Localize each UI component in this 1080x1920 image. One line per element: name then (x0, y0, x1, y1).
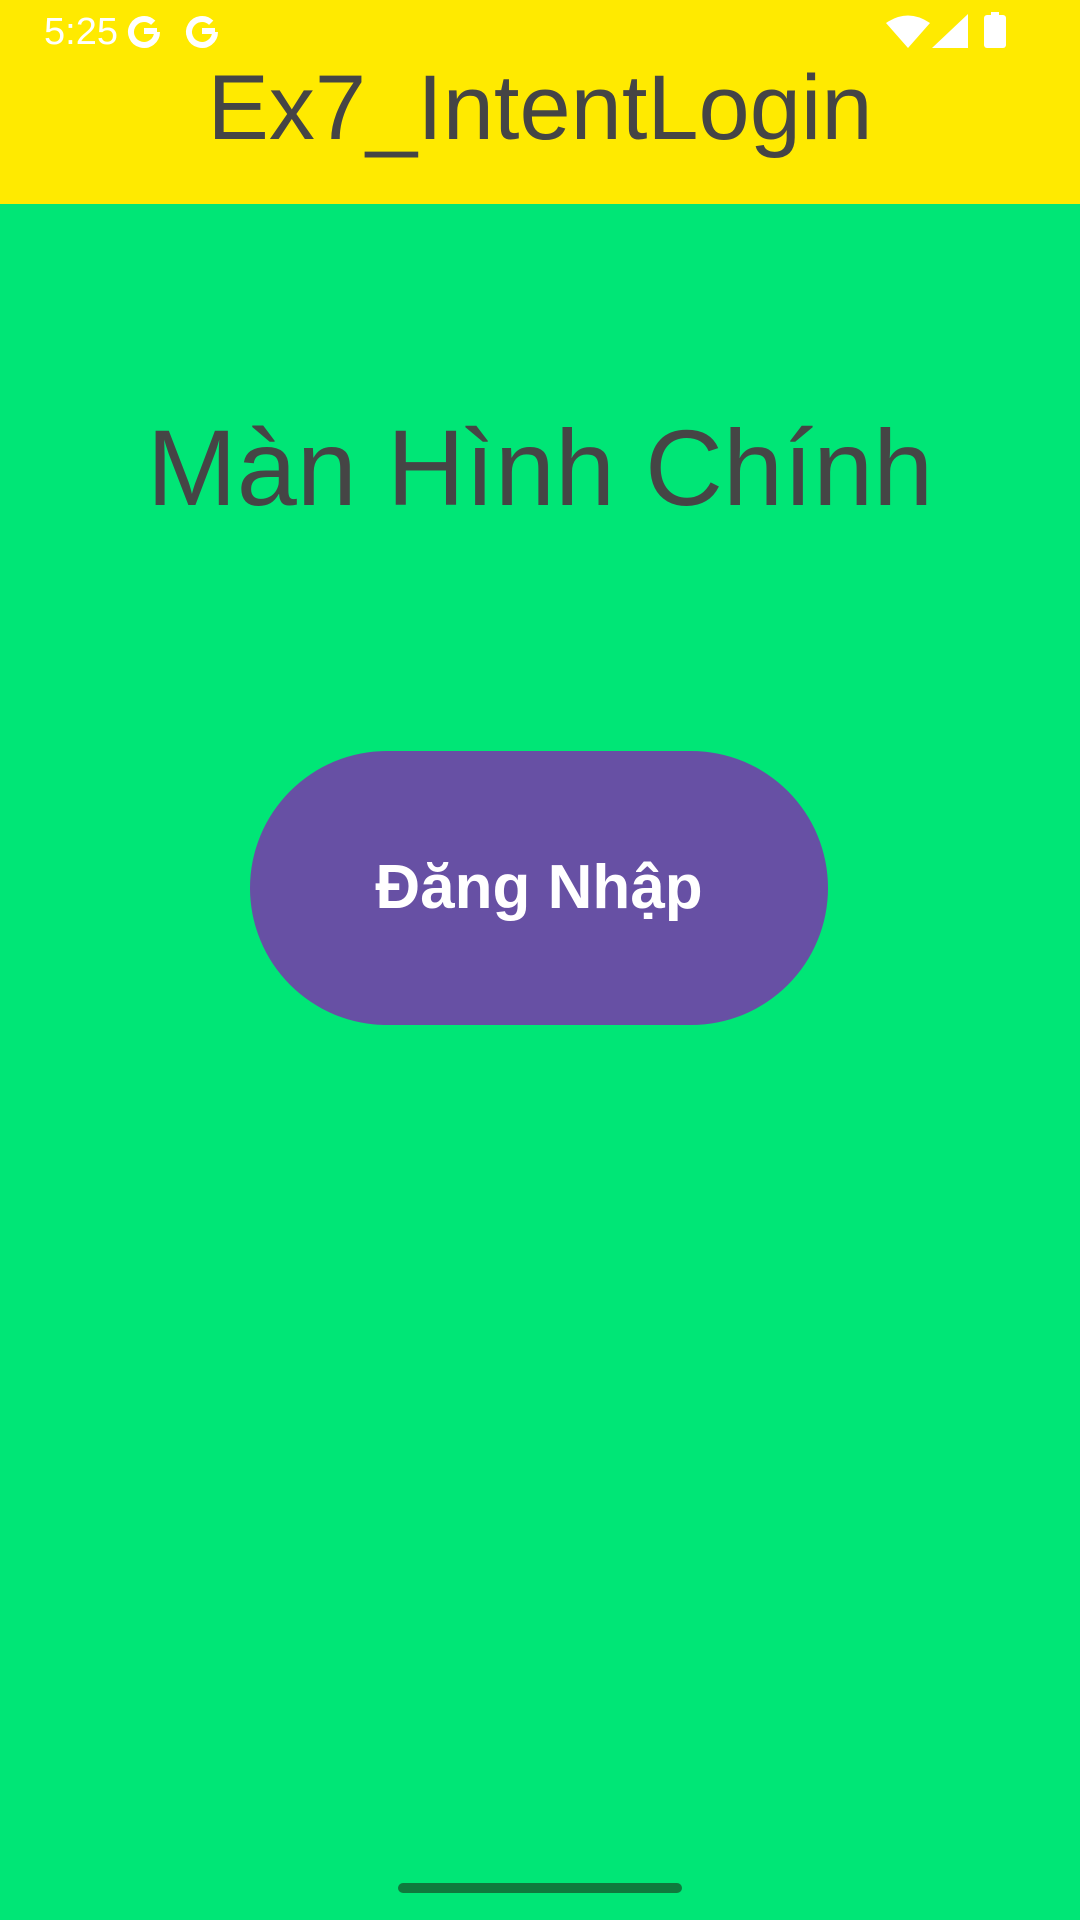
wifi-icon (886, 15, 930, 48)
app-title: Ex7_IntentLogin (207, 57, 873, 159)
google-icon (128, 16, 160, 48)
page-title: Màn Hình Chính (146, 407, 934, 528)
app-header: 5:25 Ex7_IntentLogin (0, 0, 1080, 204)
status-time: 5:25 (44, 11, 118, 53)
cell-signal-icon (932, 14, 968, 48)
google-icon (186, 16, 218, 48)
login-button[interactable]: Đăng Nhập (250, 751, 828, 1025)
home-indicator[interactable] (398, 1883, 682, 1893)
battery-icon (984, 12, 1006, 48)
status-bar: 5:25 (0, 0, 1080, 64)
